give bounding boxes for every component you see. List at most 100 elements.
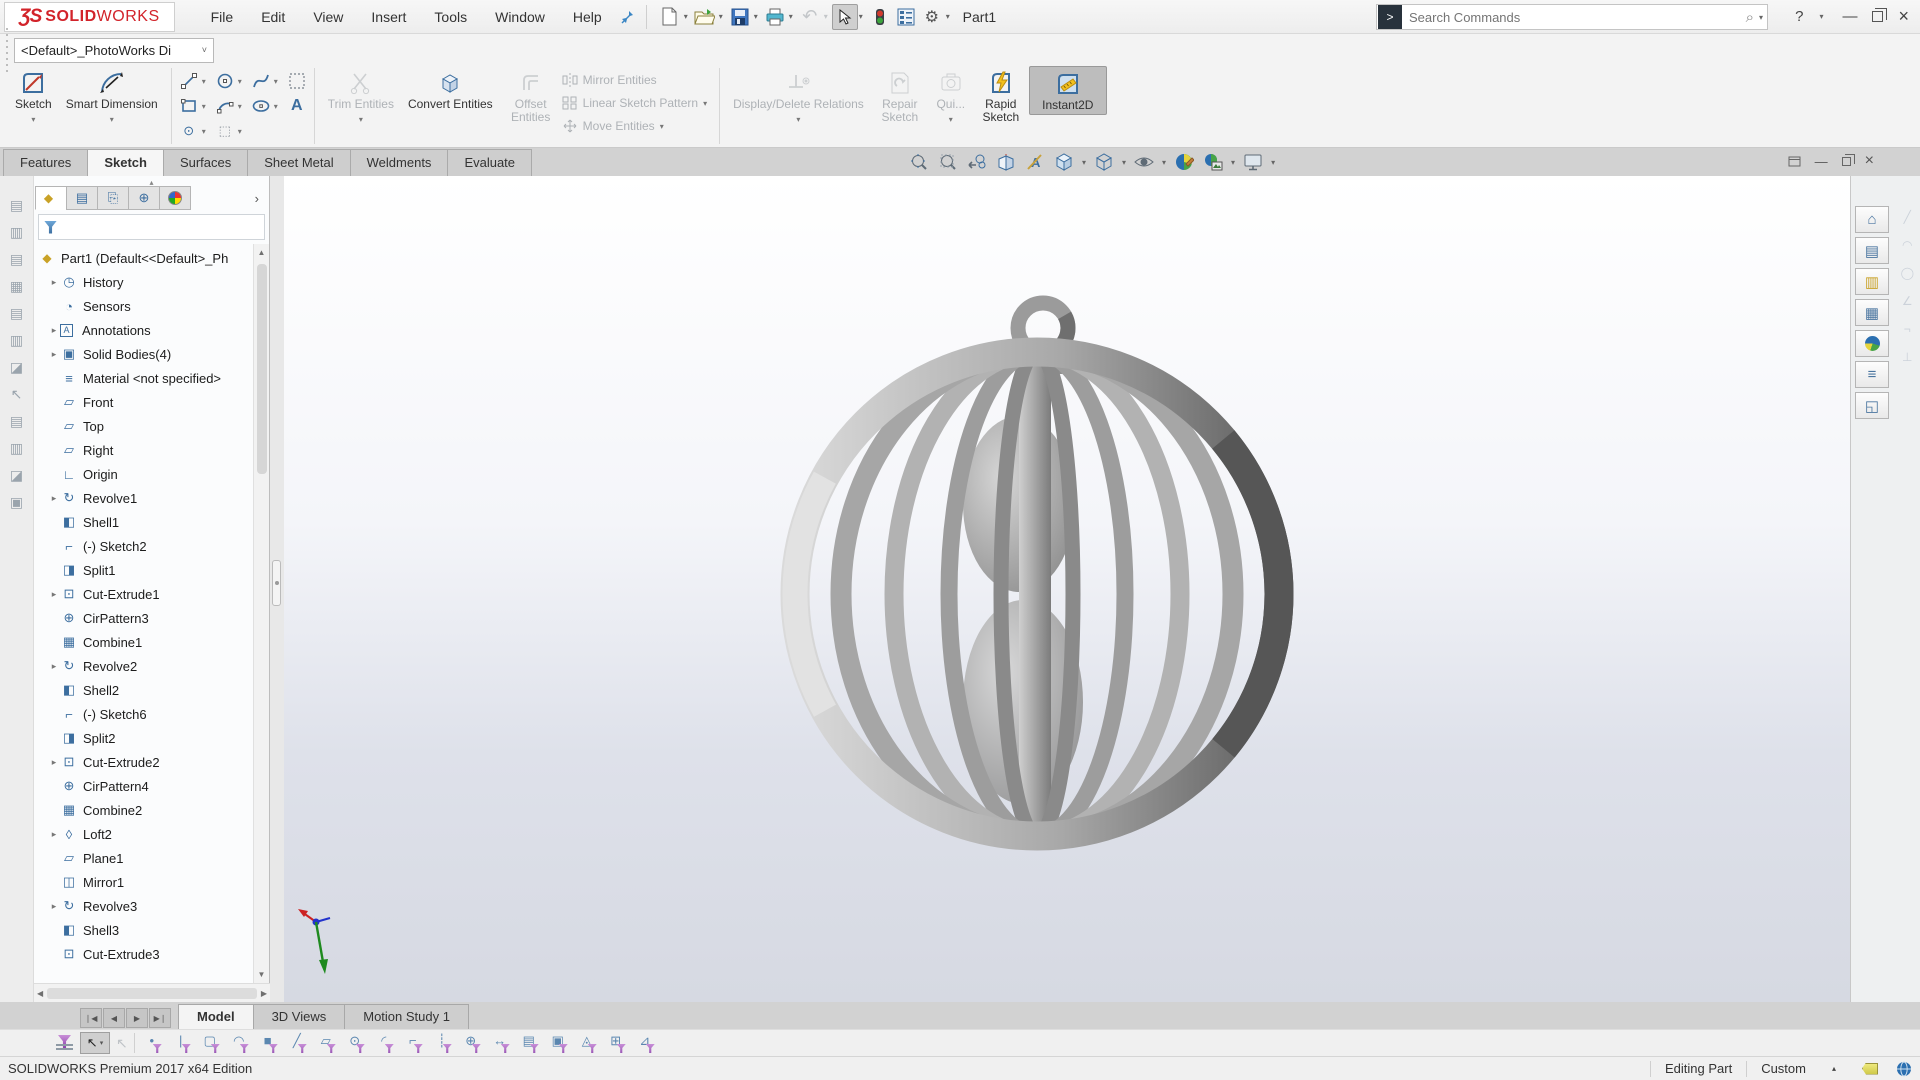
- dropdown-caret[interactable]: ▾: [202, 127, 212, 136]
- tab-overflow-chevron[interactable]: ›: [190, 186, 267, 210]
- menu-item[interactable]: Insert: [359, 4, 418, 30]
- tab-property-manager[interactable]: ▤: [66, 186, 98, 210]
- dropdown-caret[interactable]: ▾: [1231, 158, 1235, 167]
- command-tab[interactable]: Features: [3, 149, 88, 176]
- left-toolbar-icon[interactable]: ◪: [7, 358, 27, 376]
- left-toolbar-icon[interactable]: ◪: [7, 466, 27, 484]
- selection-filter-icon[interactable]: [518, 1033, 540, 1053]
- zoom-to-fit-icon[interactable]: [906, 150, 932, 174]
- tree-item[interactable]: ▸ Origin: [34, 462, 253, 486]
- left-toolbar-icon[interactable]: ▥: [7, 223, 27, 241]
- dropdown-caret[interactable]: ▾: [238, 127, 248, 136]
- flyout-caret[interactable]: ▾: [31, 113, 35, 126]
- menu-item[interactable]: Edit: [249, 4, 297, 30]
- tree-item[interactable]: ▸ History: [34, 270, 253, 294]
- tree-item[interactable]: ▸ CirPattern4: [34, 774, 253, 798]
- left-toolbar-icon[interactable]: ▦: [7, 277, 27, 295]
- configuration-dropdown[interactable]: <Default>_PhotoWorks Di ˅: [14, 38, 214, 63]
- minimize-button[interactable]: —: [1837, 6, 1862, 27]
- restore-button[interactable]: [1872, 11, 1883, 22]
- smart-dimension-button[interactable]: Smart Dimension ▾: [59, 66, 165, 128]
- text-tool[interactable]: A: [286, 95, 308, 117]
- pin-menu-icon[interactable]: [620, 9, 636, 25]
- tree-item[interactable]: ▸ Sensors: [34, 294, 253, 318]
- previous-view-icon[interactable]: [964, 150, 990, 174]
- tree-item[interactable]: ▸ Annotations: [34, 318, 253, 342]
- tags-icon[interactable]: [1862, 1063, 1878, 1075]
- task-pane-tab[interactable]: [1855, 299, 1889, 326]
- left-toolbar-icon[interactable]: ↖: [7, 385, 27, 403]
- open-button[interactable]: [692, 4, 718, 30]
- web-help-globe-icon[interactable]: [1896, 1061, 1912, 1077]
- tree-filter-box[interactable]: [38, 214, 265, 240]
- tab-configuration-manager[interactable]: ⎘: [97, 186, 129, 210]
- menu-item[interactable]: Tools: [422, 4, 479, 30]
- command-tab[interactable]: Surfaces: [163, 149, 248, 176]
- scrollbar-thumb[interactable]: [47, 988, 257, 999]
- selection-filter-icon[interactable]: [315, 1033, 337, 1053]
- panel-splitter[interactable]: [270, 176, 284, 1002]
- toggle-selection-filters-icon[interactable]: [56, 1034, 74, 1052]
- selection-filter-icon[interactable]: [547, 1033, 569, 1053]
- task-pane-tab[interactable]: [1855, 330, 1889, 357]
- left-toolbar-icon[interactable]: ▥: [7, 439, 27, 457]
- close-document-icon[interactable]: ×: [1865, 152, 1874, 170]
- menu-item[interactable]: File: [199, 4, 246, 30]
- dropdown-caret[interactable]: ▾: [946, 12, 950, 21]
- first-tab-button[interactable]: ❘◀: [80, 1008, 102, 1028]
- expand-arrow-icon[interactable]: ▸: [48, 901, 60, 912]
- section-view-icon[interactable]: [993, 150, 1019, 174]
- select-tool-button[interactable]: [832, 4, 858, 30]
- tab-dimxpert-manager[interactable]: ⊕: [128, 186, 160, 210]
- tree-item[interactable]: ▸ Shell2: [34, 678, 253, 702]
- tree-item[interactable]: ▸ Combine1: [34, 630, 253, 654]
- point-tool[interactable]: ⊙: [178, 120, 200, 142]
- search-box[interactable]: > ⌕ ▾: [1376, 4, 1768, 30]
- tree-item[interactable]: ▸ Material <not specified>: [34, 366, 253, 390]
- scroll-right-arrow[interactable]: ▶: [261, 989, 267, 998]
- task-pane-tab[interactable]: [1855, 361, 1889, 388]
- edit-appearance-icon[interactable]: [1171, 150, 1197, 174]
- tree-item[interactable]: ▸ Shell1: [34, 510, 253, 534]
- left-toolbar-icon[interactable]: ▤: [7, 412, 27, 430]
- tree-item[interactable]: ▸ Revolve1: [34, 486, 253, 510]
- dropdown-caret[interactable]: ▾: [684, 12, 688, 21]
- expand-arrow-icon[interactable]: ▸: [48, 277, 60, 288]
- document-view-tab[interactable]: Motion Study 1: [344, 1004, 469, 1029]
- left-toolbar-icon[interactable]: ▤: [7, 250, 27, 268]
- selection-filter-icon[interactable]: [141, 1033, 163, 1053]
- selection-filter-icon[interactable]: [286, 1033, 308, 1053]
- tree-vertical-scrollbar[interactable]: ▲ ▼: [253, 244, 269, 983]
- tab-featuremanager-design-tree[interactable]: [35, 186, 67, 210]
- tree-item[interactable]: ▸ Cut-Extrude2: [34, 750, 253, 774]
- scrollbar-thumb[interactable]: [257, 264, 267, 474]
- hide-show-annotations-icon[interactable]: A: [1022, 150, 1048, 174]
- selection-filter-icon[interactable]: [170, 1033, 192, 1053]
- new-document-button[interactable]: [657, 4, 683, 30]
- selection-filter-icon[interactable]: [344, 1033, 366, 1053]
- task-pane-tab[interactable]: [1855, 392, 1889, 419]
- ellipse-tool[interactable]: [250, 95, 272, 117]
- dropdown-caret[interactable]: ▾: [238, 77, 248, 86]
- left-toolbar-icon[interactable]: ▤: [7, 196, 27, 214]
- dock-window-icon[interactable]: [1788, 156, 1801, 167]
- tree-item[interactable]: ▸ CirPattern3: [34, 606, 253, 630]
- selection-filter-icon[interactable]: [228, 1033, 250, 1053]
- tab-display-manager[interactable]: [159, 186, 191, 210]
- selection-filter-icon[interactable]: [576, 1033, 598, 1053]
- menu-item[interactable]: Help: [561, 4, 614, 30]
- tree-item[interactable]: ▸ Solid Bodies(4): [34, 342, 253, 366]
- scroll-up-arrow[interactable]: ▲: [258, 244, 266, 261]
- selection-filter-icon[interactable]: [373, 1033, 395, 1053]
- tree-item[interactable]: ▸ Plane1: [34, 846, 253, 870]
- command-tab[interactable]: Sketch: [87, 149, 164, 176]
- dropdown-caret[interactable]: ▾: [1082, 158, 1086, 167]
- circle-tool[interactable]: [214, 70, 236, 92]
- dropdown-caret[interactable]: ▾: [789, 12, 793, 21]
- document-view-tab[interactable]: 3D Views: [253, 1004, 346, 1029]
- last-tab-button[interactable]: ▶❘: [149, 1008, 171, 1028]
- dropdown-caret[interactable]: ▾: [754, 12, 758, 21]
- expand-arrow-icon[interactable]: ▸: [48, 829, 60, 840]
- help-caret[interactable]: ▾: [1819, 12, 1823, 21]
- tree-item[interactable]: ▸ Cut-Extrude3: [34, 942, 253, 966]
